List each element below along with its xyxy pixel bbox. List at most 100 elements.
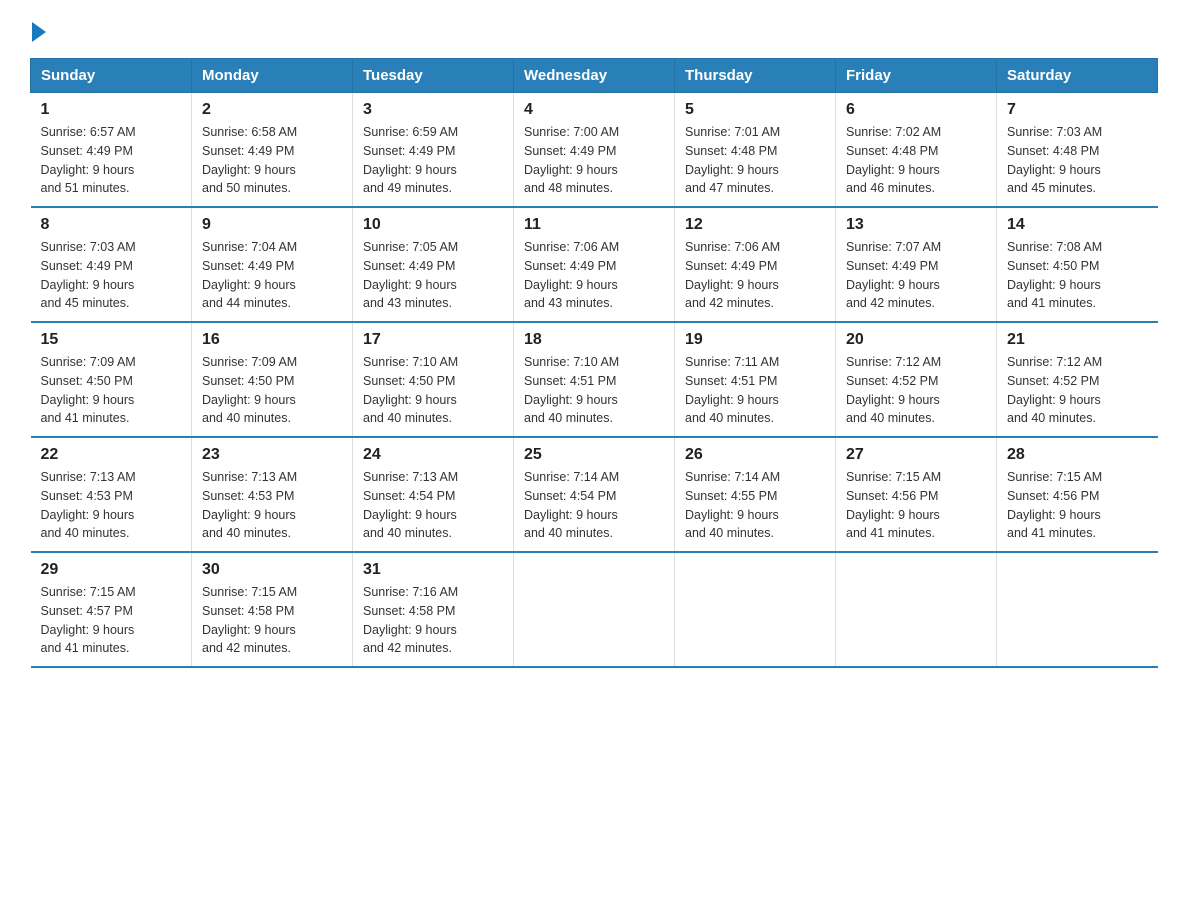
calendar-cell: 14 Sunrise: 7:08 AMSunset: 4:50 PMDaylig… (997, 207, 1158, 322)
day-info: Sunrise: 7:15 AMSunset: 4:56 PMDaylight:… (846, 468, 986, 543)
day-number: 14 (1007, 216, 1148, 234)
calendar-cell: 8 Sunrise: 7:03 AMSunset: 4:49 PMDayligh… (31, 207, 192, 322)
calendar-week-row: 1 Sunrise: 6:57 AMSunset: 4:49 PMDayligh… (31, 93, 1158, 208)
calendar-cell: 26 Sunrise: 7:14 AMSunset: 4:55 PMDaylig… (675, 437, 836, 552)
day-info: Sunrise: 7:10 AMSunset: 4:51 PMDaylight:… (524, 353, 664, 428)
calendar-cell: 24 Sunrise: 7:13 AMSunset: 4:54 PMDaylig… (353, 437, 514, 552)
calendar-cell: 11 Sunrise: 7:06 AMSunset: 4:49 PMDaylig… (514, 207, 675, 322)
calendar-cell: 4 Sunrise: 7:00 AMSunset: 4:49 PMDayligh… (514, 93, 675, 208)
column-header-friday: Friday (836, 59, 997, 93)
logo (30, 20, 46, 38)
calendar-cell: 3 Sunrise: 6:59 AMSunset: 4:49 PMDayligh… (353, 93, 514, 208)
calendar-cell: 13 Sunrise: 7:07 AMSunset: 4:49 PMDaylig… (836, 207, 997, 322)
calendar-cell: 1 Sunrise: 6:57 AMSunset: 4:49 PMDayligh… (31, 93, 192, 208)
day-info: Sunrise: 7:10 AMSunset: 4:50 PMDaylight:… (363, 353, 503, 428)
day-info: Sunrise: 7:13 AMSunset: 4:53 PMDaylight:… (202, 468, 342, 543)
calendar-cell: 20 Sunrise: 7:12 AMSunset: 4:52 PMDaylig… (836, 322, 997, 437)
day-info: Sunrise: 7:14 AMSunset: 4:54 PMDaylight:… (524, 468, 664, 543)
calendar-cell: 30 Sunrise: 7:15 AMSunset: 4:58 PMDaylig… (192, 552, 353, 667)
calendar-cell: 28 Sunrise: 7:15 AMSunset: 4:56 PMDaylig… (997, 437, 1158, 552)
calendar-cell (514, 552, 675, 667)
calendar-cell (997, 552, 1158, 667)
column-header-saturday: Saturday (997, 59, 1158, 93)
day-number: 27 (846, 446, 986, 464)
day-info: Sunrise: 7:13 AMSunset: 4:54 PMDaylight:… (363, 468, 503, 543)
calendar-cell: 27 Sunrise: 7:15 AMSunset: 4:56 PMDaylig… (836, 437, 997, 552)
day-info: Sunrise: 7:11 AMSunset: 4:51 PMDaylight:… (685, 353, 825, 428)
day-number: 17 (363, 331, 503, 349)
day-number: 15 (41, 331, 182, 349)
day-number: 8 (41, 216, 182, 234)
calendar-table: SundayMondayTuesdayWednesdayThursdayFrid… (30, 58, 1158, 668)
calendar-cell: 2 Sunrise: 6:58 AMSunset: 4:49 PMDayligh… (192, 93, 353, 208)
day-number: 29 (41, 561, 182, 579)
day-info: Sunrise: 7:14 AMSunset: 4:55 PMDaylight:… (685, 468, 825, 543)
calendar-cell: 5 Sunrise: 7:01 AMSunset: 4:48 PMDayligh… (675, 93, 836, 208)
calendar-week-row: 15 Sunrise: 7:09 AMSunset: 4:50 PMDaylig… (31, 322, 1158, 437)
day-number: 6 (846, 101, 986, 119)
logo-arrow-icon (32, 22, 46, 42)
day-number: 31 (363, 561, 503, 579)
calendar-cell: 19 Sunrise: 7:11 AMSunset: 4:51 PMDaylig… (675, 322, 836, 437)
calendar-cell: 12 Sunrise: 7:06 AMSunset: 4:49 PMDaylig… (675, 207, 836, 322)
day-number: 18 (524, 331, 664, 349)
calendar-week-row: 29 Sunrise: 7:15 AMSunset: 4:57 PMDaylig… (31, 552, 1158, 667)
day-number: 24 (363, 446, 503, 464)
calendar-cell (836, 552, 997, 667)
page-header (30, 20, 1158, 38)
calendar-cell: 9 Sunrise: 7:04 AMSunset: 4:49 PMDayligh… (192, 207, 353, 322)
calendar-cell: 31 Sunrise: 7:16 AMSunset: 4:58 PMDaylig… (353, 552, 514, 667)
calendar-cell: 18 Sunrise: 7:10 AMSunset: 4:51 PMDaylig… (514, 322, 675, 437)
day-info: Sunrise: 6:57 AMSunset: 4:49 PMDaylight:… (41, 123, 182, 198)
day-info: Sunrise: 7:15 AMSunset: 4:58 PMDaylight:… (202, 583, 342, 658)
day-number: 12 (685, 216, 825, 234)
day-number: 19 (685, 331, 825, 349)
day-number: 3 (363, 101, 503, 119)
day-info: Sunrise: 7:03 AMSunset: 4:49 PMDaylight:… (41, 238, 182, 313)
day-number: 2 (202, 101, 342, 119)
calendar-header-row: SundayMondayTuesdayWednesdayThursdayFrid… (31, 59, 1158, 93)
day-info: Sunrise: 7:09 AMSunset: 4:50 PMDaylight:… (41, 353, 182, 428)
day-info: Sunrise: 7:00 AMSunset: 4:49 PMDaylight:… (524, 123, 664, 198)
day-info: Sunrise: 6:58 AMSunset: 4:49 PMDaylight:… (202, 123, 342, 198)
calendar-cell: 21 Sunrise: 7:12 AMSunset: 4:52 PMDaylig… (997, 322, 1158, 437)
column-header-wednesday: Wednesday (514, 59, 675, 93)
day-info: Sunrise: 7:15 AMSunset: 4:57 PMDaylight:… (41, 583, 182, 658)
day-info: Sunrise: 7:08 AMSunset: 4:50 PMDaylight:… (1007, 238, 1148, 313)
calendar-cell: 10 Sunrise: 7:05 AMSunset: 4:49 PMDaylig… (353, 207, 514, 322)
day-number: 21 (1007, 331, 1148, 349)
day-info: Sunrise: 7:05 AMSunset: 4:49 PMDaylight:… (363, 238, 503, 313)
day-info: Sunrise: 7:15 AMSunset: 4:56 PMDaylight:… (1007, 468, 1148, 543)
calendar-week-row: 22 Sunrise: 7:13 AMSunset: 4:53 PMDaylig… (31, 437, 1158, 552)
day-info: Sunrise: 7:12 AMSunset: 4:52 PMDaylight:… (846, 353, 986, 428)
day-number: 5 (685, 101, 825, 119)
calendar-week-row: 8 Sunrise: 7:03 AMSunset: 4:49 PMDayligh… (31, 207, 1158, 322)
calendar-cell: 15 Sunrise: 7:09 AMSunset: 4:50 PMDaylig… (31, 322, 192, 437)
day-info: Sunrise: 7:13 AMSunset: 4:53 PMDaylight:… (41, 468, 182, 543)
day-number: 7 (1007, 101, 1148, 119)
day-number: 16 (202, 331, 342, 349)
day-number: 11 (524, 216, 664, 234)
column-header-thursday: Thursday (675, 59, 836, 93)
calendar-cell: 23 Sunrise: 7:13 AMSunset: 4:53 PMDaylig… (192, 437, 353, 552)
day-info: Sunrise: 7:07 AMSunset: 4:49 PMDaylight:… (846, 238, 986, 313)
column-header-sunday: Sunday (31, 59, 192, 93)
day-info: Sunrise: 7:03 AMSunset: 4:48 PMDaylight:… (1007, 123, 1148, 198)
day-info: Sunrise: 7:12 AMSunset: 4:52 PMDaylight:… (1007, 353, 1148, 428)
day-info: Sunrise: 7:06 AMSunset: 4:49 PMDaylight:… (524, 238, 664, 313)
day-info: Sunrise: 7:01 AMSunset: 4:48 PMDaylight:… (685, 123, 825, 198)
day-number: 9 (202, 216, 342, 234)
calendar-cell: 29 Sunrise: 7:15 AMSunset: 4:57 PMDaylig… (31, 552, 192, 667)
day-number: 4 (524, 101, 664, 119)
day-number: 10 (363, 216, 503, 234)
day-number: 20 (846, 331, 986, 349)
calendar-cell (675, 552, 836, 667)
day-number: 13 (846, 216, 986, 234)
calendar-cell: 22 Sunrise: 7:13 AMSunset: 4:53 PMDaylig… (31, 437, 192, 552)
day-number: 28 (1007, 446, 1148, 464)
day-info: Sunrise: 7:06 AMSunset: 4:49 PMDaylight:… (685, 238, 825, 313)
day-info: Sunrise: 7:09 AMSunset: 4:50 PMDaylight:… (202, 353, 342, 428)
day-number: 22 (41, 446, 182, 464)
calendar-cell: 16 Sunrise: 7:09 AMSunset: 4:50 PMDaylig… (192, 322, 353, 437)
calendar-cell: 6 Sunrise: 7:02 AMSunset: 4:48 PMDayligh… (836, 93, 997, 208)
